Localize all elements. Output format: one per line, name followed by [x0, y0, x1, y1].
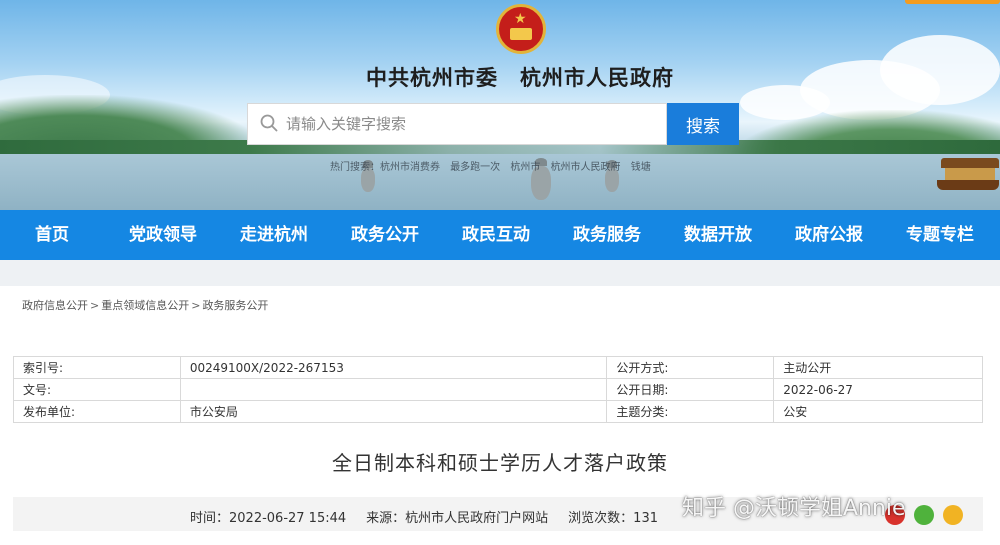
- breadcrumb-item[interactable]: 政务服务公开: [202, 299, 268, 312]
- watermark-text: 知乎 @沃顿学姐Annie: [682, 496, 906, 521]
- national-emblem-icon: ★: [496, 4, 546, 58]
- nav-item-government-services[interactable]: 政务服务: [557, 210, 657, 260]
- header-banner: ★ 中共杭州市委 杭州市人民政府 搜索 热门搜索：杭州市消费券 最多跑一次 杭州…: [0, 0, 1000, 210]
- qzone-share-icon[interactable]: [943, 505, 963, 525]
- breadcrumb-separator: >: [90, 299, 100, 312]
- search-box: [247, 103, 667, 145]
- meta-value: 公安: [773, 400, 983, 423]
- nav-item-government-bulletin[interactable]: 政府公报: [779, 210, 879, 260]
- pleasure-boat-icon: [935, 158, 1000, 192]
- search-icon: [260, 114, 278, 132]
- article-info: 时间：2022-06-27 15:44 来源：杭州市人民政府门户网站 浏览次数：13…: [190, 507, 658, 526]
- breadcrumb: 政府信息公开 > 重点领域信息公开 > 政务服务公开: [22, 297, 268, 313]
- search-input[interactable]: [286, 104, 661, 144]
- meta-label: 文号:: [13, 378, 181, 401]
- meta-label: 发布单位:: [13, 400, 181, 423]
- meta-value: 2022-06-27: [773, 378, 983, 401]
- table-row: 文号: 公开日期: 2022-06-27: [13, 378, 983, 401]
- nav-item-about-hangzhou[interactable]: 走进杭州: [224, 210, 324, 260]
- meta-label: 主题分类:: [606, 400, 775, 423]
- meta-label: 索引号:: [13, 356, 181, 379]
- nav-item-open-data[interactable]: 数据开放: [668, 210, 768, 260]
- nav-item-home[interactable]: 首页: [2, 210, 102, 260]
- article-source: 来源：杭州市人民政府门户网站: [366, 511, 549, 526]
- nav-item-leadership[interactable]: 党政领导: [113, 210, 213, 260]
- quick-link[interactable]: 热门搜索：杭州市消费券: [330, 162, 440, 173]
- document-meta-table: 索引号: 00249100X/2022-267153 公开方式: 主动公开 文号…: [13, 356, 983, 423]
- meta-value: 市公安局: [179, 400, 608, 423]
- quick-link[interactable]: 杭州市人民政府: [551, 162, 621, 173]
- meta-label: 公开日期:: [606, 378, 775, 401]
- nav-sub-strip: [0, 260, 1000, 286]
- breadcrumb-item[interactable]: 政府信息公开: [22, 299, 88, 312]
- meta-value: 主动公开: [773, 356, 983, 379]
- meta-value: [179, 378, 608, 401]
- quick-link[interactable]: 最多跑一次: [450, 162, 500, 173]
- breadcrumb-item[interactable]: 重点领域信息公开: [101, 299, 189, 312]
- quick-links: 热门搜索：杭州市消费券 最多跑一次 杭州市 杭州市人民政府 钱塘: [330, 158, 750, 173]
- wechat-share-icon[interactable]: [914, 505, 934, 525]
- breadcrumb-separator: >: [191, 299, 201, 312]
- banner-cloud: [880, 35, 1000, 105]
- document-title: 全日制本科和硕士学历人才落户政策: [332, 451, 668, 475]
- nav-item-special-topics[interactable]: 专题专栏: [890, 210, 990, 260]
- quick-link[interactable]: 杭州市: [510, 162, 540, 173]
- table-row: 发布单位: 市公安局 主题分类: 公安: [13, 400, 983, 423]
- table-row: 索引号: 00249100X/2022-267153 公开方式: 主动公开: [13, 356, 983, 379]
- quick-link[interactable]: 钱塘: [631, 162, 651, 173]
- meta-value: 00249100X/2022-267153: [179, 356, 608, 379]
- publish-time: 时间：2022-06-27 15:44: [190, 511, 347, 526]
- search-button[interactable]: 搜索: [667, 103, 739, 145]
- view-count: 浏览次数：131: [568, 511, 658, 526]
- site-title: 中共杭州市委 杭州市人民政府: [366, 65, 674, 90]
- nav-item-public-interaction[interactable]: 政民互动: [446, 210, 546, 260]
- top-accent-bar: [905, 0, 1000, 4]
- nav-item-government-affairs[interactable]: 政务公开: [335, 210, 435, 260]
- meta-label: 公开方式:: [606, 356, 775, 379]
- main-nav: 首页 党政领导 走进杭州 政务公开 政民互动 政务服务 数据开放 政府公报 专题…: [0, 210, 1000, 260]
